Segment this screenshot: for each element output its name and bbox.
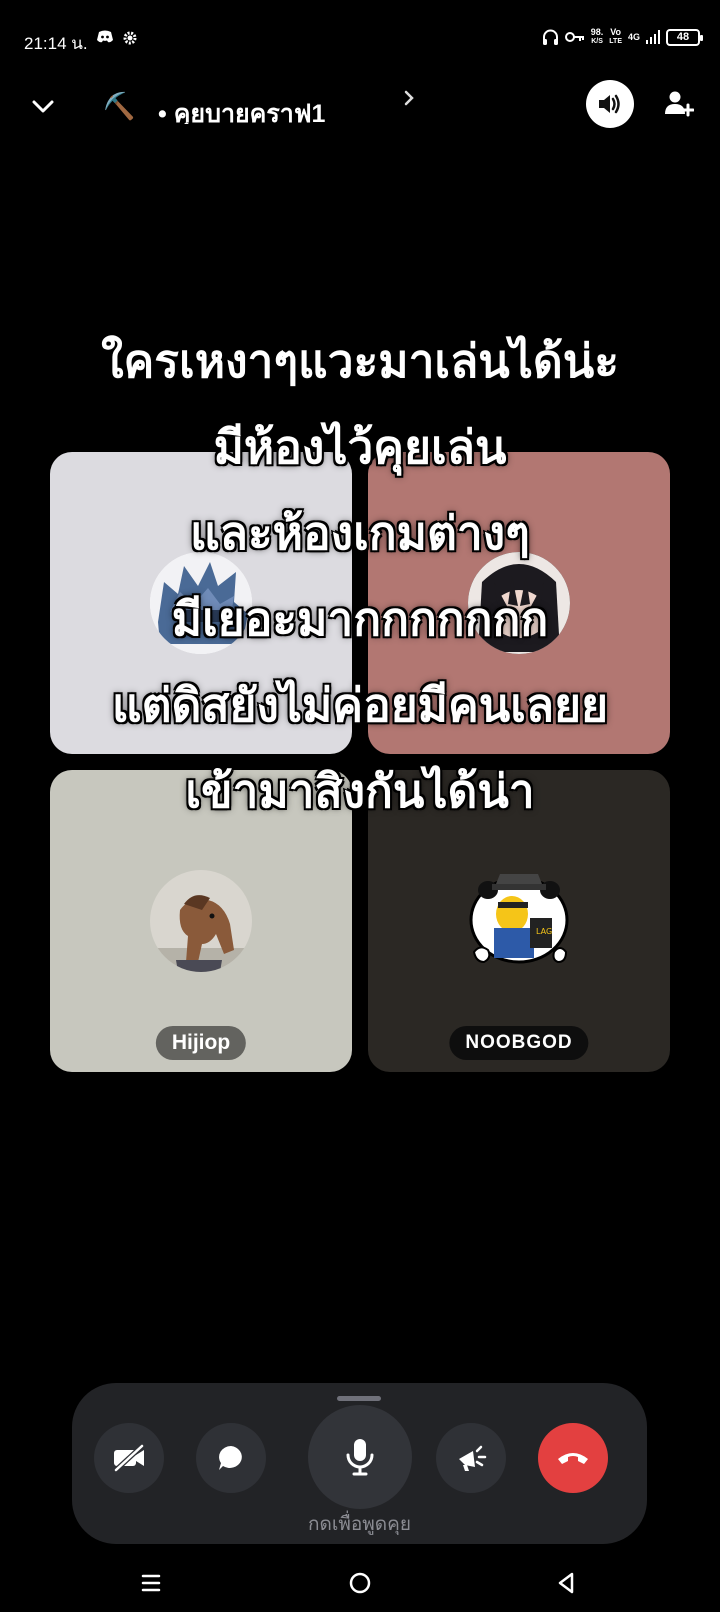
volte-indicator: Vo LTE — [609, 27, 622, 46]
chat-button[interactable] — [196, 1423, 266, 1493]
status-bar: 21:14 น. 98. K/S Vo LTE 4G 48 — [0, 0, 720, 80]
notification-icons — [96, 30, 138, 46]
settings-gear-icon — [123, 31, 137, 45]
channel-name[interactable]: • คุยบายคราฟ1 — [158, 94, 325, 124]
chat-bubble-icon — [219, 1446, 242, 1470]
svg-text:LAG: LAG — [536, 927, 552, 936]
camera-off-icon — [114, 1444, 144, 1472]
headphones-icon — [542, 29, 558, 45]
activities-button[interactable] — [436, 1423, 506, 1493]
hang-up-button[interactable] — [538, 1423, 608, 1493]
caption-line: ใครเหงาๆแวะมาเล่นได้น่ะ — [101, 335, 619, 387]
chevron-right-icon[interactable] — [404, 90, 414, 111]
caption-line: เข้ามาสิงกันได้น่า — [185, 765, 535, 817]
overlay-caption: ใครเหงาๆแวะมาเล่นได้น่ะ มีห้องไว้คุยเล่น… — [0, 318, 720, 834]
avatar: LAG — [468, 870, 570, 972]
invite-people-button[interactable] — [660, 86, 698, 122]
caption-line: มีห้องไว้คุยเล่น — [213, 421, 507, 473]
camera-toggle-button[interactable] — [94, 1423, 164, 1493]
collapse-button[interactable] — [26, 90, 60, 124]
voice-control-bar: กดเพื่อพูดคุย — [72, 1383, 647, 1544]
status-right-icons: 98. K/S Vo LTE 4G 48 — [542, 27, 703, 46]
speaker-button[interactable] — [586, 80, 634, 128]
avatar — [150, 870, 252, 972]
back-button[interactable] — [546, 1563, 586, 1603]
push-to-talk-label: กดเพื่อพูดคุย — [308, 1513, 411, 1535]
key-icon — [564, 32, 584, 42]
recent-apps-button[interactable] — [131, 1563, 171, 1603]
battery-indicator: 48 — [666, 28, 703, 46]
signal-bars-icon — [646, 30, 660, 44]
microphone-button[interactable] — [308, 1405, 412, 1509]
discord-icon — [97, 30, 113, 43]
add-person-icon — [665, 91, 694, 117]
channel-emoji: ⛏️ — [103, 92, 136, 122]
participant-name: Hijiop — [155, 1026, 247, 1060]
recent-apps-icon — [141, 1574, 161, 1592]
home-icon — [349, 1572, 371, 1594]
activity-icon — [459, 1445, 487, 1471]
drag-handle[interactable] — [337, 1396, 381, 1401]
net-speed: 98. K/S — [590, 27, 604, 46]
status-time: 21:14 น. — [24, 34, 88, 53]
speaker-icon — [599, 94, 620, 114]
caption-line: และห้องเกมต่างๆ — [190, 507, 530, 559]
caption-line: แต่ดิสยังไม่ค่อยมีคนเลยย — [111, 679, 609, 731]
voice-channel-header: ⛏️ • คุยบายคราฟ1 — [0, 80, 720, 140]
participant-name: NOOBGOD — [449, 1026, 589, 1060]
signal-label: 4G — [627, 31, 640, 42]
chevron-down-icon — [32, 100, 54, 113]
back-icon — [558, 1572, 574, 1594]
microphone-icon — [346, 1439, 374, 1476]
home-button[interactable] — [340, 1563, 380, 1603]
system-navigation-bar — [0, 1555, 720, 1612]
hang-up-icon — [558, 1453, 588, 1464]
caption-line: มีเยอะมากกกกกกก — [171, 593, 549, 645]
